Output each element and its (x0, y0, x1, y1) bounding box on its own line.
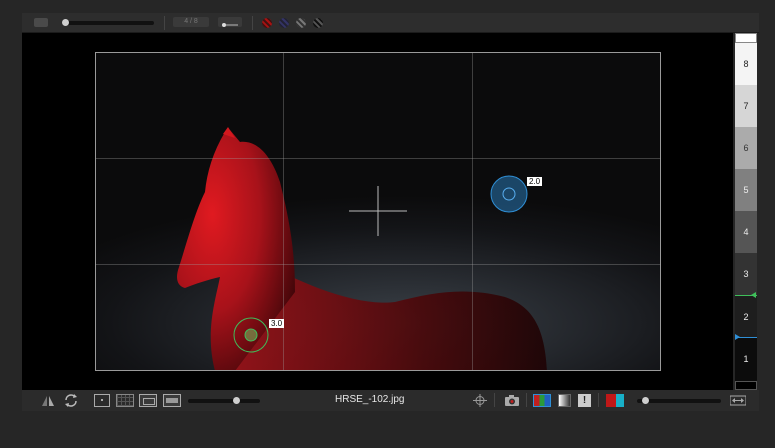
frame-view-icon[interactable] (139, 394, 157, 407)
center-crosshair-icon (349, 186, 407, 236)
color-overlay-icon[interactable] (606, 394, 624, 407)
grayscale-icon[interactable] (558, 394, 571, 407)
toolbar-divider (164, 16, 165, 30)
zoom-slider[interactable] (188, 399, 260, 403)
grid-line (95, 158, 661, 159)
blue-marker-label: 2.0 (527, 177, 543, 186)
grid-view-icon[interactable] (116, 394, 134, 407)
zone-swatch (735, 33, 757, 43)
link-slider-icon[interactable] (218, 17, 242, 27)
image-viewer[interactable]: 2.0 3.0 (22, 33, 733, 390)
camera-icon[interactable] (504, 394, 520, 407)
crop-view-icon[interactable] (94, 394, 110, 407)
zone-label: 6 (743, 143, 749, 153)
overlay-blue-icon[interactable] (279, 18, 289, 28)
green-zone-marker[interactable] (233, 317, 269, 353)
zone-swatch (735, 381, 757, 390)
exposure-slider-knob[interactable] (62, 19, 69, 26)
toolbar-divider (494, 393, 495, 407)
overlay-red-icon[interactable] (262, 18, 272, 28)
rotate-icon[interactable] (64, 394, 78, 407)
page-counter: 4 / 8 (173, 17, 209, 27)
overlay-gray-icon[interactable] (296, 18, 306, 28)
clipping-warning-icon[interactable]: ! (578, 394, 591, 407)
fit-width-icon[interactable] (730, 394, 746, 407)
exposure-slider[interactable] (62, 21, 154, 25)
fullscreen-view-icon[interactable] (163, 394, 181, 407)
blue-zone-marker[interactable] (490, 175, 528, 213)
filename-label: HRSE_-102.jpg (335, 394, 405, 405)
green-marker-label: 3.0 (269, 319, 285, 328)
zone-scale: 8 7 6 5 4 3 2 1 (735, 33, 757, 390)
toolbar-divider (598, 393, 599, 407)
bottom-toolbar: HRSE_-102.jpg ! (22, 390, 759, 411)
panel-toggle-icon[interactable] (34, 18, 48, 27)
grid-line (472, 52, 473, 371)
rgb-channels-icon[interactable] (533, 394, 551, 407)
toolbar-divider (526, 393, 527, 407)
blue-zone-arrow-icon (735, 334, 740, 340)
toolbar-divider (252, 16, 253, 30)
green-zone-arrow-icon (751, 292, 756, 298)
zone-label: 7 (743, 101, 749, 111)
zone-label: 5 (743, 185, 749, 195)
flip-icon[interactable] (41, 394, 55, 407)
overlay-opacity-slider[interactable] (637, 399, 721, 403)
top-toolbar: 4 / 8 (22, 13, 759, 33)
zone-label: 3 (743, 269, 749, 279)
zone-label: 1 (743, 354, 749, 364)
target-crosshair-icon[interactable] (473, 394, 487, 407)
grid-line (95, 264, 661, 265)
overlay-black-icon[interactable] (313, 18, 323, 28)
zone-label: 2 (743, 312, 749, 322)
zone-label: 8 (743, 59, 749, 69)
zone-label: 4 (743, 227, 749, 237)
